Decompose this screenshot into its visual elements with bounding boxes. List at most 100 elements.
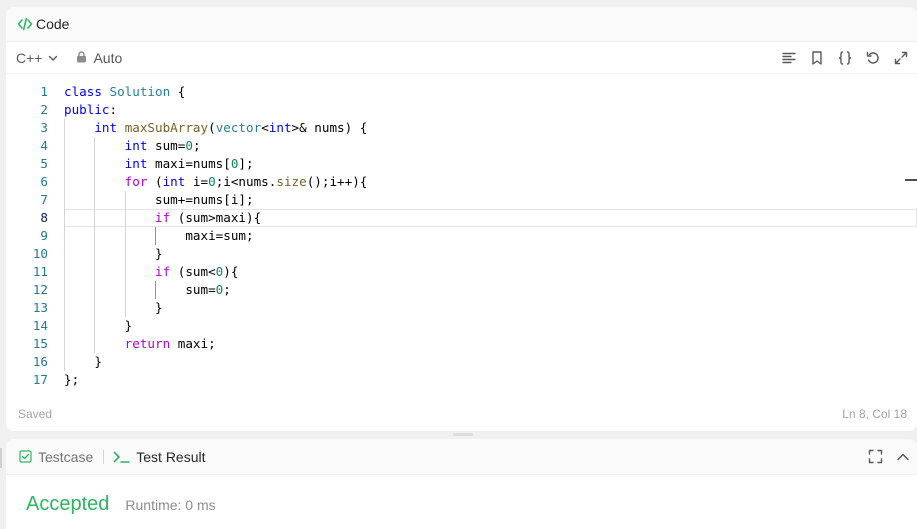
language-label: C++ — [16, 49, 43, 66]
code-token: public — [64, 102, 110, 117]
code-panel-title: Code — [36, 16, 70, 32]
code-line[interactable]: } — [64, 299, 917, 317]
code-token: int — [162, 174, 186, 189]
code-token: } — [124, 318, 133, 333]
line-number: 14 — [32, 318, 48, 333]
indent-guide — [155, 227, 157, 245]
code-line[interactable]: sum+=nums[i]; — [64, 191, 917, 209]
expand-icon[interactable] — [893, 50, 909, 66]
line-number: 15 — [32, 336, 48, 351]
lock-icon — [76, 50, 87, 66]
code-line[interactable]: int sum=0; — [64, 137, 917, 155]
chevron-up-icon[interactable] — [895, 449, 911, 465]
code-token: 0 — [185, 138, 193, 153]
code-line[interactable]: } — [64, 317, 917, 335]
code-line[interactable]: sum=0; — [64, 281, 917, 299]
indent-guide — [94, 299, 96, 317]
code-token: ;i<nums. — [215, 174, 277, 189]
code-line[interactable]: int maxi=nums[0]; — [64, 155, 917, 173]
tab-test-result[interactable]: Test Result — [113, 448, 206, 465]
line-number: 5 — [40, 156, 48, 171]
code-brackets-icon — [17, 16, 33, 32]
code-token: maxi=sum; — [185, 228, 254, 243]
left-resize-handle[interactable] — [0, 448, 2, 468]
indent-guide — [124, 227, 126, 245]
line-number: 17 — [32, 372, 48, 387]
code-line[interactable]: if (sum>maxi){ — [64, 209, 917, 227]
auto-mode-toggle[interactable]: Auto — [76, 50, 122, 66]
code-token: int — [124, 156, 148, 171]
code-line[interactable]: if (sum<0){ — [64, 263, 917, 281]
tab-test-result-label: Test Result — [136, 448, 206, 465]
tab-testcase-label: Testcase — [38, 448, 94, 465]
panel-resize-handle[interactable] — [453, 433, 473, 436]
code-token: ();i++){ — [306, 174, 368, 189]
code-line[interactable]: maxi=sum; — [64, 227, 917, 245]
line-number: 4 — [40, 138, 48, 153]
code-line[interactable]: class Solution { — [64, 83, 917, 101]
verdict-status: Accepted — [26, 493, 110, 515]
result-body: Accepted Runtime: 0 ms — [6, 475, 917, 516]
code-editor[interactable]: 1 2 3 4 5 6 7 8 9 10 11 12 13 14 15 16 17 class Solution… — [6, 74, 917, 396]
code-line[interactable]: public: — [64, 101, 917, 119]
indent-guide — [64, 227, 65, 245]
code-line[interactable]: } — [64, 353, 917, 371]
undo-icon[interactable] — [865, 50, 881, 66]
indent-guide — [64, 209, 65, 227]
indent-guide — [64, 119, 65, 137]
code-token: ]; — [238, 156, 254, 171]
code-line[interactable]: int maxSubArray(vector<int>& nums) { — [64, 119, 917, 137]
scrollbar-marker[interactable] — [905, 179, 917, 181]
bookmark-icon[interactable] — [809, 50, 825, 66]
indent-guide — [124, 281, 126, 299]
code-token: int — [94, 120, 118, 135]
line-number: 10 — [32, 246, 48, 261]
code-token: ){ — [223, 264, 239, 279]
indent-guide — [94, 281, 96, 299]
code-token: maxi; — [170, 336, 216, 351]
tab-divider — [103, 449, 105, 464]
braces-icon[interactable] — [837, 50, 853, 66]
code-line[interactable]: return maxi; — [64, 335, 917, 353]
line-number: 12 — [32, 282, 48, 297]
format-lines-icon[interactable] — [781, 50, 797, 66]
code-line[interactable]: for (int i=0;i<nums.size();i++){ — [64, 173, 917, 191]
code-token: if — [155, 210, 171, 225]
line-number: 8 — [40, 210, 48, 225]
indent-guide — [94, 245, 96, 263]
code-token: size — [276, 174, 307, 189]
indent-guide — [64, 299, 65, 317]
indent-guide — [64, 137, 65, 155]
editor-toolbar: C++ Auto — [6, 42, 917, 74]
cursor-position[interactable]: Ln 8, Col 18 — [842, 407, 907, 421]
language-select[interactable]: C++ — [16, 49, 58, 66]
tab-testcase[interactable]: Testcase — [19, 449, 93, 465]
line-number: 3 — [40, 120, 48, 135]
line-number: 16 — [32, 354, 48, 369]
code-line[interactable]: }; — [64, 371, 917, 389]
fullscreen-icon[interactable] — [867, 449, 883, 465]
code-token: for — [124, 174, 148, 189]
code-token: ( — [208, 120, 216, 135]
code-lines[interactable]: class Solution {public: int maxSubArray(… — [64, 83, 917, 389]
indent-guide — [64, 245, 65, 263]
indent-guide — [124, 245, 126, 263]
line-number: 7 — [40, 192, 48, 207]
indent-guide — [124, 191, 126, 209]
code-token: i= — [185, 174, 209, 189]
code-token: Solution — [109, 84, 171, 99]
indent-guide — [94, 263, 96, 281]
code-token: : — [109, 102, 118, 117]
code-line[interactable]: } — [64, 245, 917, 263]
line-number: 1 — [40, 84, 48, 99]
code-token: sum= — [185, 282, 216, 297]
code-token: ; — [223, 282, 231, 297]
code-token: class — [64, 84, 102, 99]
indent-guide — [64, 155, 65, 173]
indent-guide — [94, 317, 96, 335]
code-token: int — [124, 138, 148, 153]
